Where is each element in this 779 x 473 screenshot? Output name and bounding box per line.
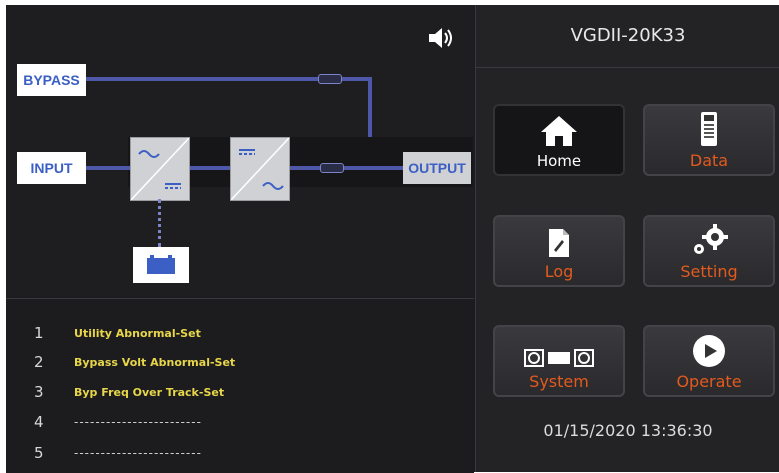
log-button[interactable]: Log: [493, 215, 625, 287]
menu-panel: VGDII-20K33 Home Data Log Setting System…: [475, 5, 779, 472]
home-button-label: Home: [536, 152, 582, 170]
power-flow-diagram: BYPASS INPUT OUTPUT: [6, 5, 474, 297]
alarm-text: Utility Abnormal-Set: [74, 326, 201, 340]
log-icon: [549, 229, 569, 257]
setting-button[interactable]: Setting: [643, 215, 775, 287]
alarm-row: 4 ------------------------: [34, 410, 202, 434]
battery-box: [133, 247, 189, 283]
bypass-label: BYPASS: [17, 64, 86, 96]
alarm-text: Byp Freq Over Track-Set: [74, 385, 225, 399]
operate-button[interactable]: Operate: [643, 325, 775, 397]
model-title: VGDII-20K33: [476, 5, 779, 68]
data-button-label: Data: [689, 151, 729, 170]
battery-link-line: [158, 199, 161, 247]
alarm-number: 4: [34, 413, 44, 431]
alarm-number: 1: [34, 324, 44, 342]
bypass-switch: [318, 74, 342, 84]
alarm-text: ------------------------: [74, 446, 202, 460]
alarm-number: 5: [34, 444, 44, 462]
setting-button-label: Setting: [680, 262, 738, 281]
input-label: INPUT: [17, 152, 86, 184]
alarm-text: ------------------------: [74, 415, 202, 429]
inverter-module: [230, 137, 290, 201]
output-label: OUTPUT: [403, 152, 471, 184]
rectifier-module: [130, 137, 190, 201]
datetime-display: 01/15/2020 13:36:30: [543, 421, 713, 440]
play-icon: [693, 335, 725, 367]
alarm-row: 2 Bypass Volt Abnormal-Set: [34, 350, 235, 374]
ups-screen: BYPASS INPUT OUTPUT 1 Utility Abnormal-S…: [6, 5, 779, 473]
system-button-label: System: [529, 372, 589, 391]
output-switch: [320, 163, 344, 173]
alarm-row: 1 Utility Abnormal-Set: [34, 321, 201, 345]
system-icon: [524, 349, 594, 367]
alarm-text: Bypass Volt Abnormal-Set: [74, 355, 236, 369]
alarm-number: 3: [34, 383, 44, 401]
alarm-number: 2: [34, 353, 44, 371]
battery-icon: [147, 255, 175, 274]
log-button-label: Log: [544, 262, 574, 281]
speaker-icon[interactable]: [427, 27, 455, 49]
alarm-row: 5 ------------------------: [34, 441, 202, 465]
alarm-list: 1 Utility Abnormal-Set 2 Bypass Volt Abn…: [6, 298, 474, 473]
data-button[interactable]: Data: [643, 104, 775, 176]
operate-button-label: Operate: [676, 372, 742, 391]
gear-icon: [694, 224, 728, 254]
home-icon: [541, 116, 577, 146]
home-button[interactable]: Home: [493, 104, 625, 176]
alarm-row: 3 Byp Freq Over Track-Set: [34, 380, 224, 404]
system-button[interactable]: System: [493, 325, 625, 397]
data-icon: [701, 112, 717, 146]
